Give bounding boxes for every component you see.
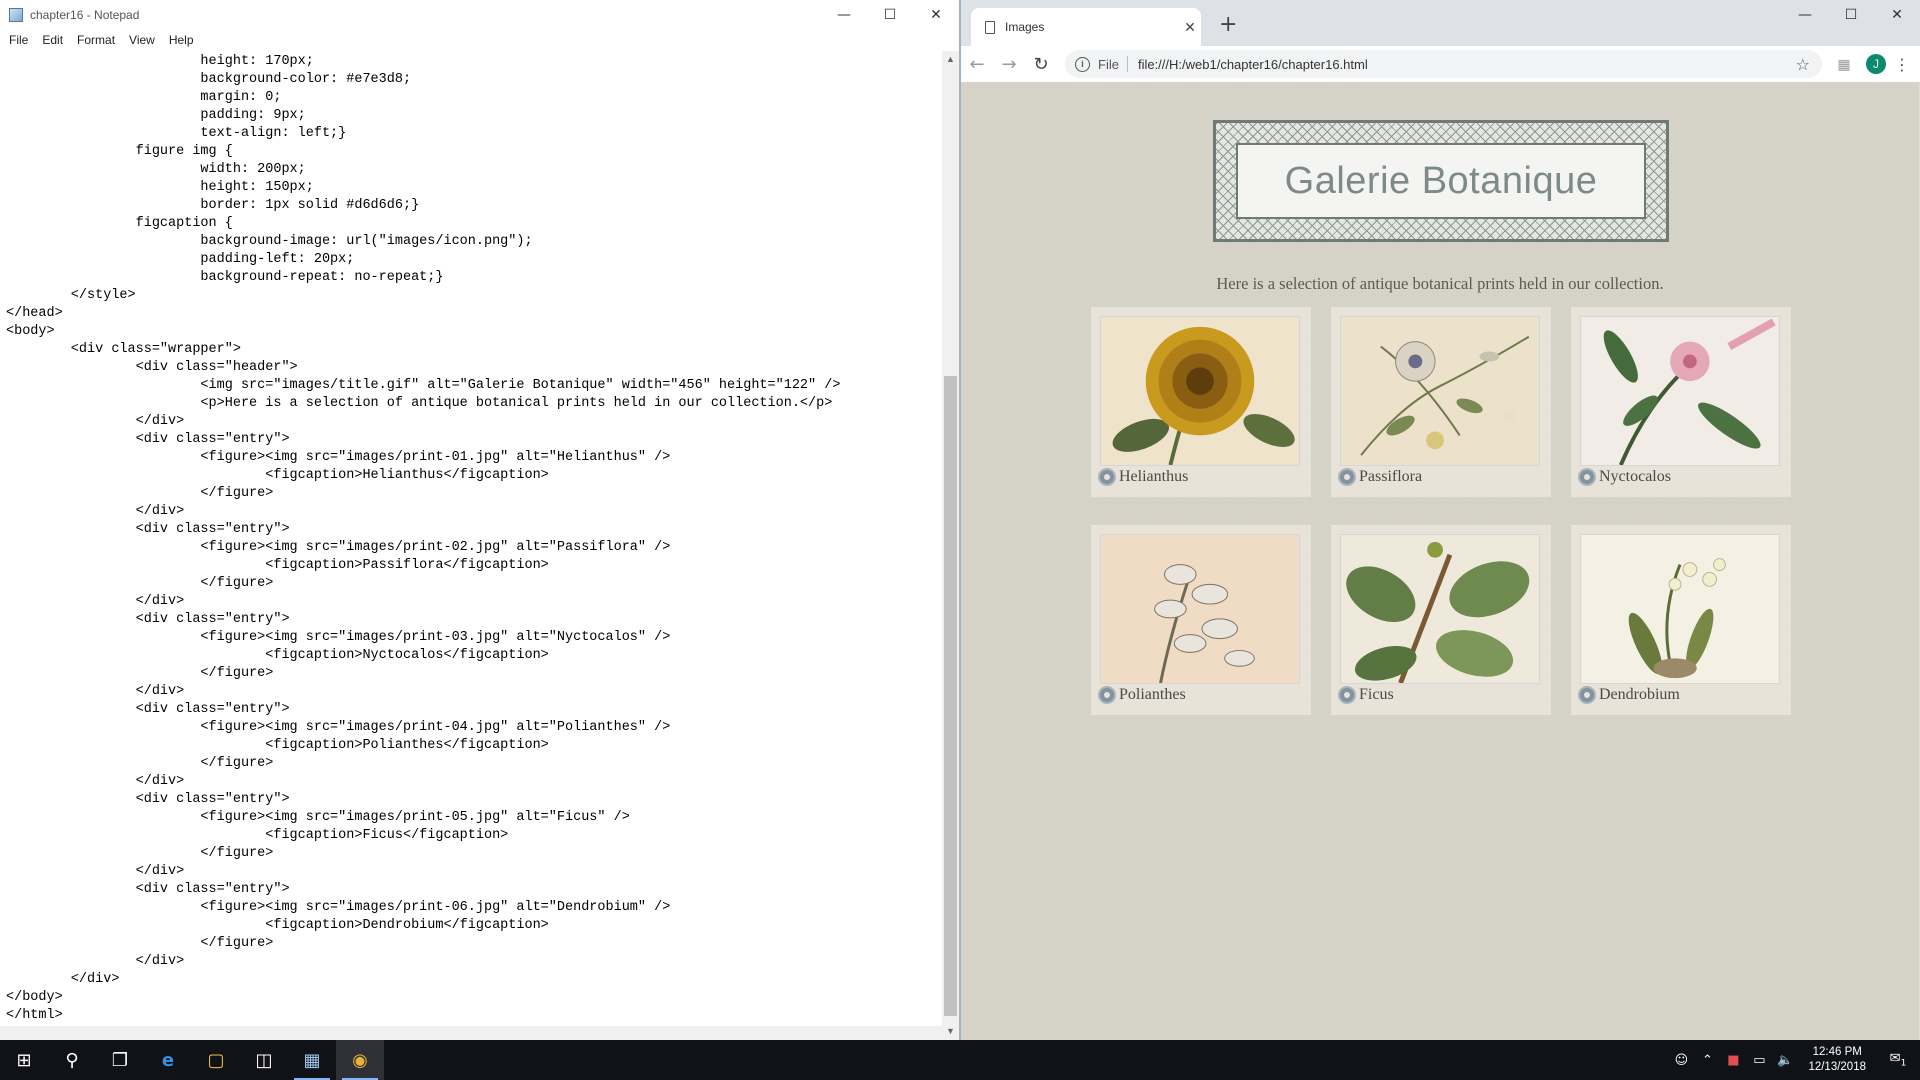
clock[interactable]: 12:46 PM 12/13/2018 <box>1808 1045 1866 1075</box>
page-content: Galerie Botanique Here is a selection of… <box>961 82 1919 1040</box>
search-icon[interactable]: ⚲ <box>48 1040 96 1080</box>
reload-icon[interactable]: ↻ <box>1025 54 1057 75</box>
scroll-down-icon[interactable]: ▼ <box>942 1023 959 1040</box>
document-icon <box>985 20 995 34</box>
clock-time: 12:46 PM <box>1812 1046 1862 1058</box>
edge-icon[interactable]: e <box>144 1040 192 1080</box>
system-tray: ☺ ⌃ ■ ▭ 🔈 12:46 PM 12/13/2018 ✉1 <box>1668 1040 1920 1080</box>
gear-icon <box>1580 470 1594 484</box>
taskbar: ⊞ ⚲ ❐ e ▢ ◫ ▦ ◉ ☺ ⌃ ■ ▭ 🔈 12:46 PM 12/13… <box>0 1040 1920 1080</box>
notepad-app-icon <box>9 8 23 22</box>
figcaption: Polianthes <box>1100 686 1302 704</box>
gear-icon <box>1340 688 1354 702</box>
chrome-icon[interactable]: ◉ <box>336 1040 384 1080</box>
caption-text: Helianthus <box>1119 468 1189 485</box>
entry-card: Ficus <box>1331 525 1551 715</box>
menu-file[interactable]: File <box>2 33 35 47</box>
notepad-icon[interactable]: ▦ <box>288 1040 336 1080</box>
notepad-titlebar[interactable]: chapter16 - Notepad — ☐ ✕ <box>0 0 959 30</box>
clock-date: 12/13/2018 <box>1808 1061 1866 1073</box>
figcaption: Ficus <box>1340 686 1542 704</box>
notification-count: 1 <box>1900 1058 1907 1069</box>
minimize-icon[interactable]: — <box>821 0 867 30</box>
entry-card: Passiflora <box>1331 307 1551 497</box>
notification-icon[interactable]: ✉1 <box>1876 1051 1920 1069</box>
figcaption: Dendrobium <box>1580 686 1782 704</box>
passionflower-print-image <box>1340 316 1540 466</box>
ficus-leaves-print-image <box>1340 534 1540 684</box>
scheme-label: File <box>1098 56 1119 72</box>
horizontal-scrollbar[interactable] <box>0 1026 942 1040</box>
caption-text: Ficus <box>1359 686 1394 703</box>
notepad-editor[interactable]: height: 170px; background-color: #e7e3d8… <box>0 51 942 1026</box>
entry-card: Nyctocalos <box>1571 307 1791 497</box>
scrollbar-thumb[interactable] <box>944 376 957 1016</box>
more-menu-icon[interactable]: ⋮ <box>1894 55 1910 74</box>
maximize-icon[interactable]: ☐ <box>1828 0 1874 30</box>
entry-card: Helianthus <box>1091 307 1311 497</box>
figcaption: Helianthus <box>1100 468 1302 486</box>
people-icon[interactable]: ☺ <box>1668 1053 1694 1068</box>
url-text[interactable]: file:///H:/web1/chapter16/chapter16.html <box>1138 57 1796 72</box>
tuberose-print-image <box>1100 534 1300 684</box>
maximize-icon[interactable]: ☐ <box>867 0 913 30</box>
notepad-title: chapter16 - Notepad <box>30 8 140 22</box>
sunflower-print-image <box>1100 316 1300 466</box>
title-banner: Galerie Botanique <box>1213 120 1669 242</box>
orchid-print-image <box>1580 534 1780 684</box>
chrome-window-controls: — ☐ ✕ <box>1782 0 1920 30</box>
tab-strip: Images ✕ + — ☐ ✕ <box>961 0 1920 46</box>
tab-title: Images <box>1005 20 1045 34</box>
task-view-icon[interactable]: ❐ <box>96 1040 144 1080</box>
figcaption: Nyctocalos <box>1580 468 1782 486</box>
gear-icon <box>1340 470 1354 484</box>
tab-close-icon[interactable]: ✕ <box>1179 19 1201 36</box>
bookmark-star-icon[interactable]: ☆ <box>1796 55 1810 74</box>
info-icon[interactable]: i <box>1075 56 1090 72</box>
chevron-up-icon[interactable]: ⌃ <box>1694 1053 1720 1068</box>
vertical-scrollbar[interactable]: ▲ ▼ <box>942 51 959 1040</box>
store-icon[interactable]: ◫ <box>240 1040 288 1080</box>
address-bar[interactable]: i File file:///H:/web1/chapter16/chapter… <box>1065 50 1822 78</box>
intro-text: Here is a selection of antique botanical… <box>1216 273 1664 293</box>
close-icon[interactable]: ✕ <box>913 0 959 30</box>
gear-icon <box>1100 470 1114 484</box>
caption-text: Dendrobium <box>1599 686 1680 703</box>
caption-text: Passiflora <box>1359 468 1423 485</box>
back-icon[interactable]: ← <box>961 54 993 75</box>
menu-help[interactable]: Help <box>162 33 201 47</box>
network-icon[interactable]: ▭ <box>1746 1053 1772 1068</box>
new-tab-icon[interactable]: + <box>1219 12 1237 37</box>
menu-view[interactable]: View <box>122 33 162 47</box>
code-text[interactable]: height: 170px; background-color: #e7e3d8… <box>0 51 942 1025</box>
banner-title: Galerie Botanique <box>1236 143 1646 219</box>
forward-icon[interactable]: → <box>993 54 1025 75</box>
tab-images[interactable]: Images ✕ <box>971 8 1201 46</box>
chrome-window: Images ✕ + — ☐ ✕ ← → ↻ i File file:///H:… <box>960 0 1920 1040</box>
caption-text: Polianthes <box>1119 686 1186 703</box>
menu-edit[interactable]: Edit <box>35 33 70 47</box>
entry-card: Polianthes <box>1091 525 1311 715</box>
gear-icon <box>1100 688 1114 702</box>
profile-avatar[interactable]: J <box>1866 54 1886 74</box>
pink-flower-print-image <box>1580 316 1780 466</box>
menu-format[interactable]: Format <box>70 33 122 47</box>
caption-text: Nyctocalos <box>1599 468 1671 485</box>
close-icon[interactable]: ✕ <box>1874 0 1920 30</box>
notepad-menubar: File Edit Format View Help <box>0 30 959 50</box>
notepad-window: chapter16 - Notepad — ☐ ✕ File Edit Form… <box>0 0 960 1040</box>
figcaption: Passiflora <box>1340 468 1542 486</box>
entry-card: Dendrobium <box>1571 525 1791 715</box>
gear-icon <box>1580 688 1594 702</box>
volume-icon[interactable]: 🔈 <box>1772 1053 1798 1068</box>
file-explorer-icon[interactable]: ▢ <box>192 1040 240 1080</box>
security-icon[interactable]: ■ <box>1720 1053 1746 1068</box>
omnibox-divider <box>1126 56 1128 72</box>
start-icon[interactable]: ⊞ <box>0 1040 48 1080</box>
scroll-up-icon[interactable]: ▲ <box>942 51 959 68</box>
minimize-icon[interactable]: — <box>1782 0 1828 30</box>
browser-toolbar: ← → ↻ i File file:///H:/web1/chapter16/c… <box>961 46 1920 83</box>
pdf-extension-icon[interactable]: ▦ <box>1830 56 1858 73</box>
